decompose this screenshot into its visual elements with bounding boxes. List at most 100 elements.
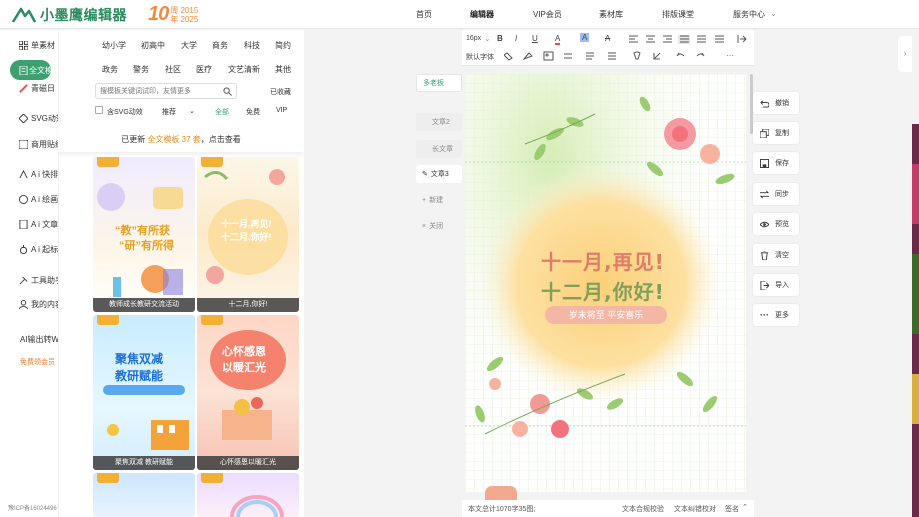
anniversary-line2: 年 2025 (170, 14, 199, 24)
category-business[interactable]: 商务 (212, 40, 228, 51)
category-university[interactable]: 大学 (181, 40, 197, 51)
nav-editor[interactable]: 编辑器 (470, 9, 494, 20)
category-community[interactable]: 社区 (165, 64, 181, 75)
signature-button[interactable]: 签名 (725, 504, 739, 514)
edit-icon: ✎ (422, 171, 428, 178)
search-icon[interactable] (223, 87, 232, 96)
nav-service[interactable]: 服务中心 (733, 9, 765, 20)
category-secondary[interactable]: 初高中 (141, 40, 165, 51)
preview-button[interactable]: 预览 (753, 213, 799, 235)
ai-icon (19, 169, 28, 178)
underline-button[interactable]: U (532, 34, 538, 43)
chevron-down-icon[interactable]: ⌄ (189, 107, 195, 115)
canvas-title-line1[interactable]: 十一月,再见! (541, 246, 665, 275)
doc-tab[interactable]: 文章2 (416, 113, 462, 131)
canvas-title-line2[interactable]: 十二月,你好! (541, 276, 665, 305)
anniversary-badge: 10 周 2015 年 2025 (148, 3, 198, 26)
sidebar-item-label: A i 文章 (31, 219, 59, 229)
template-card[interactable] (93, 473, 195, 517)
compliance-check-button[interactable]: 文本合规校验 (622, 504, 664, 514)
sidebar-item-stickers[interactable]: 商用贴纸 (0, 134, 63, 154)
template-card[interactable] (197, 473, 299, 517)
sidebar-item-ai-layout[interactable]: A i 快排 (0, 164, 58, 184)
vip-tag (201, 473, 223, 483)
word-count: 本文总计1070字35图; (468, 506, 536, 513)
rainbow-illustration (230, 495, 284, 517)
category-medical[interactable]: 医疗 (196, 64, 212, 75)
bold-button[interactable]: B (497, 34, 503, 43)
category-other[interactable]: 其他 (275, 64, 291, 75)
font-size-select[interactable]: 16px (466, 35, 481, 42)
category-literary[interactable]: 文艺清新 (228, 64, 260, 75)
sidebar-item-qingci[interactable]: 青磁日 (0, 78, 58, 98)
anniversary-line1: 周 2015 (170, 5, 199, 15)
more-button[interactable]: ··· 更多 (753, 304, 799, 326)
close-doc-button[interactable]: × 关闭 (416, 217, 462, 235)
sidebar-item-full-template[interactable]: 全文模板 (10, 60, 61, 80)
sidebar-item-my-content[interactable]: 我的内容 › (0, 294, 69, 314)
doc-tab-active[interactable]: 多老板 (416, 74, 462, 92)
template-card[interactable]: “教”有所获 “研”有所得 教师成长教研交流活动 (93, 157, 195, 312)
template-card[interactable]: 十一月,再见! 十二月,你好! 十二月,你好! (197, 157, 299, 312)
sync-icon (760, 190, 769, 198)
sidebar-item-tools[interactable]: 工具助手 (0, 270, 63, 290)
sidebar-item-ai-title[interactable]: A i 起标题 (0, 239, 66, 259)
svg-filter-checkbox[interactable] (95, 106, 103, 114)
highlight-button[interactable]: A (580, 33, 590, 42)
nav-materials[interactable]: 素材库 (599, 9, 623, 20)
category-government[interactable]: 政务 (102, 64, 118, 75)
nav-course[interactable]: 排版课堂 (662, 9, 694, 20)
template-illustration (103, 385, 189, 450)
template-card[interactable]: 心怀感恩 以暖汇光 心怀感恩以暖汇光 (197, 315, 299, 470)
free-vip-link[interactable]: 免费领会员 (20, 357, 55, 367)
chevron-down-icon[interactable]: ⌄ (484, 34, 491, 43)
copy-icon (760, 128, 769, 138)
update-notice[interactable]: 已更新 全文模板 37 套，点击查看 (58, 122, 304, 152)
doc-tab[interactable]: 长文章 (416, 140, 462, 158)
recommend-dropdown[interactable]: 推荐 (162, 107, 176, 117)
font-family-select[interactable]: 默认字体 (466, 52, 494, 62)
font-color-button[interactable]: A (555, 34, 561, 45)
undo-button[interactable]: 撤销 (753, 92, 799, 114)
sidebar-item-ai-paint[interactable]: A i 绘画 (0, 189, 58, 209)
clear-format-button[interactable]: A (605, 34, 610, 43)
sidebar-item-ai-article[interactable]: A i 文章 限免 (0, 214, 71, 234)
collapse-panel-button[interactable]: › (898, 36, 912, 72)
nav-home[interactable]: 首页 (416, 9, 432, 20)
search-input[interactable] (96, 84, 216, 98)
category-police[interactable]: 警务 (133, 64, 149, 75)
document-icon (19, 65, 28, 75)
filter-vip[interactable]: VIP (276, 107, 287, 114)
collected-button[interactable]: 已收藏 (270, 87, 291, 97)
category-primary[interactable]: 幼小学 (102, 40, 126, 51)
align-icons[interactable] (629, 35, 749, 44)
undo-icon (760, 99, 769, 108)
italic-button[interactable]: I (515, 34, 517, 43)
filter-free[interactable]: 免费 (246, 107, 260, 117)
clear-button[interactable]: 清空 (753, 244, 799, 266)
sync-button[interactable]: 同步 (753, 183, 799, 205)
sidebar-item-svg[interactable]: SVG动效 › (0, 108, 70, 128)
nav-vip[interactable]: VIP会员 (533, 9, 562, 20)
category-simple[interactable]: 简约 (275, 40, 291, 51)
chevron-down-icon[interactable]: ⌄ (770, 9, 777, 18)
save-button[interactable]: 保存 (753, 152, 799, 174)
chevron-up-icon[interactable]: ⌃ (742, 503, 748, 511)
spellcheck-button[interactable]: 文本纠错校对 (674, 504, 716, 514)
right-image-strip[interactable] (912, 124, 919, 517)
new-doc-button[interactable]: + 新建 (416, 191, 462, 209)
editor-canvas[interactable]: 十一月,再见! 十二月,你好! 岁末将至 平安喜乐 (465, 74, 746, 492)
import-button[interactable]: 导入 (753, 274, 799, 296)
toolbar-row2-icons[interactable]: ··· (504, 51, 744, 61)
more-icon: ··· (760, 309, 769, 320)
filter-all[interactable]: 全部 (215, 107, 229, 117)
next-section-peek (485, 486, 517, 500)
doc-tab[interactable]: ✎ 文章3 (416, 165, 462, 183)
template-card[interactable]: 聚焦双减 教研赋能 聚焦双减 教研赋能 (93, 315, 195, 470)
canvas-tagline[interactable]: 岁末将至 平安喜乐 (545, 306, 667, 324)
sidebar-item-single-material[interactable]: 单素材 (0, 35, 58, 55)
sticker-icon (19, 139, 28, 149)
logo[interactable]: 小墨鹰编辑器 (12, 5, 127, 25)
category-tech[interactable]: 科技 (244, 40, 260, 51)
copy-button[interactable]: 复制 (753, 122, 799, 144)
